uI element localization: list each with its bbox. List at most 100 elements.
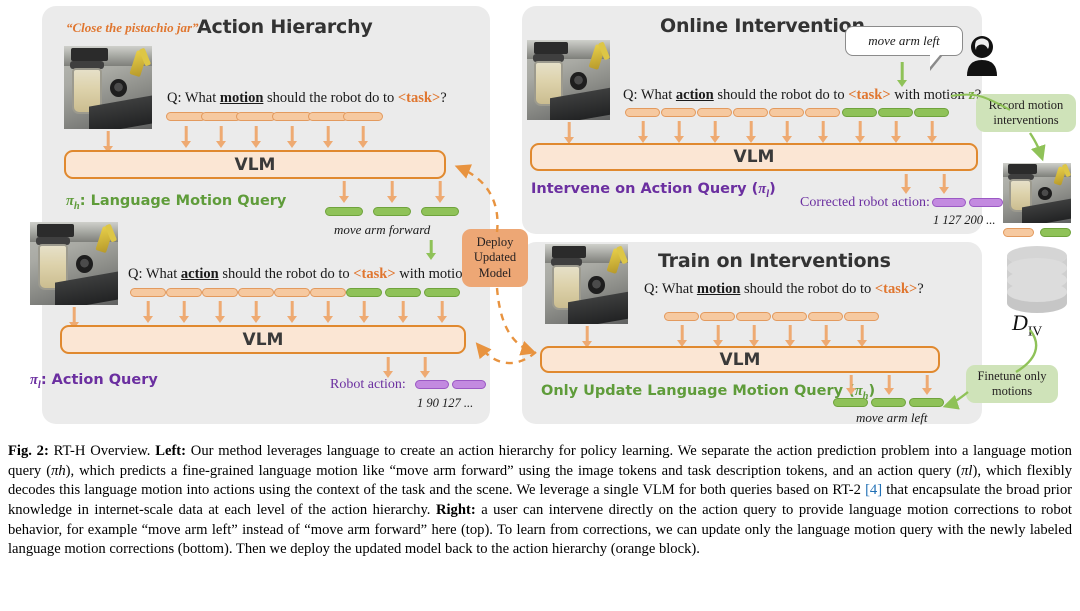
panel-title-action-hierarchy: Action Hierarchy bbox=[197, 16, 373, 38]
token-green bbox=[1040, 228, 1071, 237]
q-task: <task> bbox=[353, 266, 396, 282]
callout-deploy-updated-model: Deploy Updated Model bbox=[462, 229, 528, 287]
question-motion-train: Q: What motion should the robot do to <t… bbox=[644, 281, 924, 298]
question-action-left: Q: What action should the robot do to <t… bbox=[128, 266, 486, 283]
token-green bbox=[878, 108, 913, 117]
token-orange bbox=[274, 288, 310, 297]
token-orange bbox=[166, 112, 206, 121]
token-purple bbox=[932, 198, 966, 207]
scene-image-dataset-thumb bbox=[1003, 163, 1071, 223]
caption-fig-label: Fig. 2: bbox=[8, 443, 49, 459]
token-orange bbox=[236, 112, 276, 121]
policy-close: ) bbox=[868, 383, 876, 399]
token-green bbox=[842, 108, 877, 117]
caption-lead: RT-H Overview. bbox=[48, 443, 156, 459]
caption-reference[interactable]: [4] bbox=[865, 482, 882, 498]
token-purple bbox=[452, 380, 486, 389]
pi-symbol: π bbox=[30, 372, 38, 388]
q-task: <task> bbox=[848, 87, 891, 103]
callout-finetune-only-motions: Finetune only motions bbox=[966, 365, 1058, 403]
task-quote: “Close the pistachio jar” bbox=[66, 20, 199, 35]
token-green bbox=[373, 207, 411, 216]
q-prefix: Q: What bbox=[128, 266, 181, 282]
caption-left-bold: Left: bbox=[155, 443, 187, 459]
q-task: <task> bbox=[874, 281, 918, 297]
policy-label-pi-h-left: πh: Language Motion Query bbox=[66, 193, 286, 212]
token-green bbox=[833, 398, 868, 407]
caption-pi-h: πh bbox=[51, 462, 66, 479]
token-orange bbox=[700, 312, 735, 321]
scene-image-bottom-left bbox=[30, 222, 118, 305]
pi-symbol: π bbox=[758, 181, 767, 197]
token-orange bbox=[202, 288, 238, 297]
q-bold: action bbox=[180, 266, 219, 282]
q-bold: motion bbox=[219, 90, 264, 106]
token-green bbox=[909, 398, 944, 407]
token-orange bbox=[201, 112, 241, 121]
q-bold: action bbox=[675, 87, 714, 103]
q-mid: should the robot do to bbox=[740, 281, 875, 297]
policy-text: : Language Motion Query bbox=[79, 193, 287, 209]
scene-image-top-left bbox=[64, 46, 152, 129]
q-prefix: Q: What bbox=[167, 90, 220, 106]
token-green bbox=[424, 288, 460, 297]
q-mid2: with motion bbox=[890, 87, 969, 103]
vlm-block-train[interactable]: VLM bbox=[540, 346, 940, 373]
q-prefix: Q: What bbox=[623, 87, 676, 103]
token-green bbox=[914, 108, 949, 117]
arrow-image-to-vlm-train bbox=[581, 326, 593, 348]
scene-image-online bbox=[527, 40, 610, 120]
vlm-block-online[interactable]: VLM bbox=[530, 143, 978, 171]
token-purple bbox=[415, 380, 449, 389]
vlm-block-top-left[interactable]: VLM bbox=[64, 150, 446, 179]
token-orange bbox=[733, 108, 768, 117]
token-orange bbox=[769, 108, 804, 117]
policy-label-pi-l-left: πl: Action Query bbox=[30, 372, 158, 391]
arrow-motion-to-query bbox=[425, 240, 437, 260]
pi-symbol: π bbox=[66, 193, 74, 209]
question-action-online: Q: What action should the robot do to <t… bbox=[623, 87, 981, 104]
token-orange bbox=[736, 312, 771, 321]
token-orange bbox=[664, 312, 699, 321]
robot-action-label: Robot action: bbox=[330, 377, 406, 392]
panel-title-train-on-interventions: Train on Interventions bbox=[658, 250, 891, 272]
token-orange bbox=[805, 108, 840, 117]
token-purple bbox=[969, 198, 1003, 207]
arrow-image-to-vlm-online bbox=[563, 122, 575, 144]
question-motion-left: Q: What motion should the robot do to <t… bbox=[167, 90, 447, 107]
token-green bbox=[346, 288, 382, 297]
figure-caption: Fig. 2: RT-H Overview. Left: Our method … bbox=[8, 442, 1072, 560]
token-orange bbox=[343, 112, 383, 121]
token-orange bbox=[272, 112, 312, 121]
caption-left-text-2: ), which predicts a fine-grained languag… bbox=[65, 462, 962, 479]
caption-pi-l: πl bbox=[961, 462, 973, 479]
token-orange bbox=[808, 312, 843, 321]
speech-bubble-tail-inner bbox=[930, 55, 940, 67]
token-orange bbox=[772, 312, 807, 321]
robot-action-numbers: 1 90 127 ... bbox=[417, 396, 474, 410]
q-suffix: ? bbox=[440, 90, 447, 106]
policy-text: Intervene on Action Query ( bbox=[531, 181, 759, 197]
token-green bbox=[325, 207, 363, 216]
policy-close: ) bbox=[769, 181, 776, 197]
dataset-d: D bbox=[1012, 310, 1028, 335]
q-bold: motion bbox=[696, 281, 741, 297]
vlm-block-bottom-left[interactable]: VLM bbox=[60, 325, 466, 354]
token-orange bbox=[1003, 228, 1034, 237]
motion-text-move-arm-forward: move arm forward bbox=[334, 222, 431, 237]
token-orange bbox=[166, 288, 202, 297]
speech-bubble: move arm left bbox=[845, 26, 963, 56]
policy-text: : Action Query bbox=[40, 372, 158, 388]
token-orange bbox=[697, 108, 732, 117]
token-orange bbox=[130, 288, 166, 297]
token-orange bbox=[844, 312, 879, 321]
q-task: <task> bbox=[397, 90, 441, 106]
q-mid: should the robot do to bbox=[713, 87, 849, 103]
token-orange bbox=[625, 108, 660, 117]
arrow-speech-to-tokens bbox=[896, 62, 908, 87]
policy-label-only-update: Only Update Language Motion Query (πh) bbox=[541, 383, 875, 402]
q-mid: should the robot do to bbox=[218, 266, 354, 282]
motion-text-move-arm-left: move arm left bbox=[856, 410, 928, 425]
token-green bbox=[421, 207, 459, 216]
figure-canvas: “Close the pistachio jar” Action Hierarc… bbox=[0, 0, 1080, 430]
